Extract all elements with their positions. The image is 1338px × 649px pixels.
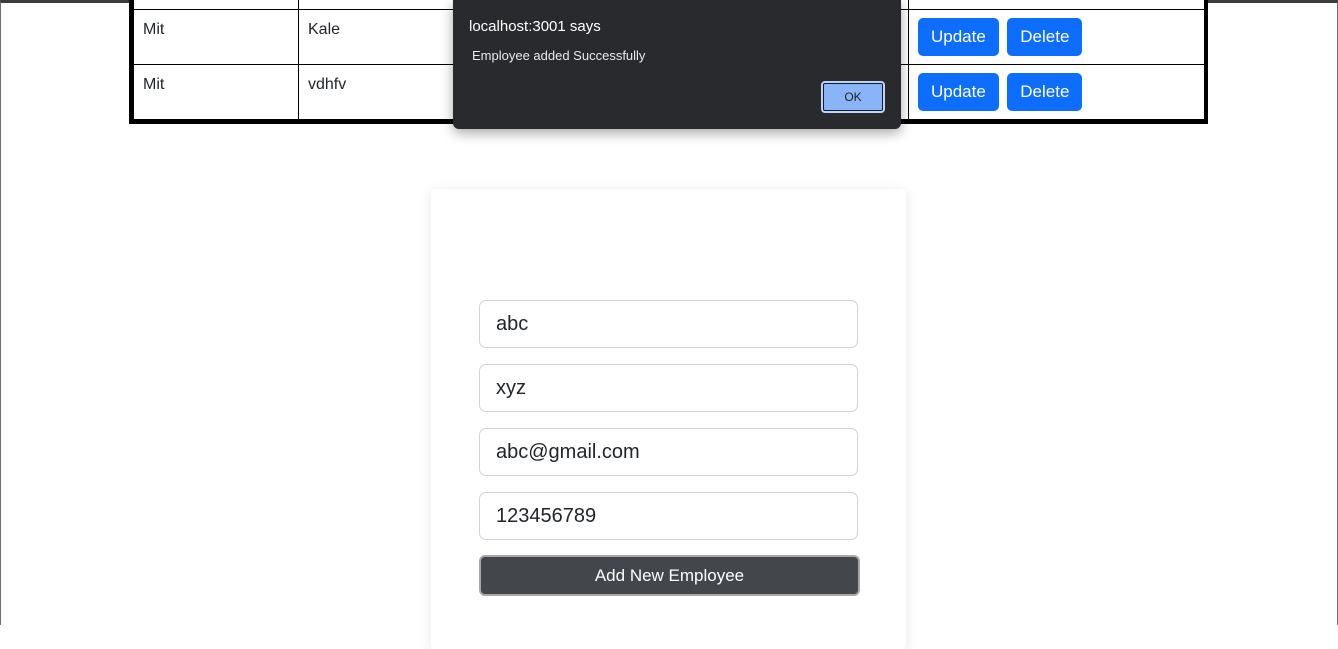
first-name-text: Mit: [143, 76, 165, 93]
last-name-input[interactable]: [479, 364, 858, 412]
first-name-cell: Mit: [133, 9, 299, 65]
email-input[interactable]: [479, 428, 858, 476]
ok-button[interactable]: OK: [821, 81, 885, 113]
alert-title: localhost:3001 says: [469, 18, 601, 35]
first-name-input[interactable]: [479, 300, 858, 348]
last-name-cell: Kale: [298, 9, 454, 65]
actions-cell: Update Delete: [908, 64, 1205, 120]
actions-cell: Update Delete: [908, 9, 1205, 65]
last-name-text: vdhfv: [308, 76, 347, 93]
alert-message: Employee added Successfully: [472, 48, 646, 63]
phone-input[interactable]: [479, 492, 858, 540]
add-employee-card: Add New Employee: [431, 189, 906, 649]
last-name-text: Kale: [308, 21, 341, 38]
delete-button[interactable]: Delete: [1007, 18, 1083, 56]
first-name-text: Mit: [143, 21, 165, 38]
alert-dialog: localhost:3001 says Employee added Succe…: [453, 0, 901, 129]
last-name-cell: vdhfv: [298, 64, 454, 120]
first-name-cell: Mit: [133, 64, 299, 120]
delete-button[interactable]: Delete: [1007, 73, 1083, 111]
update-button[interactable]: Update: [918, 73, 999, 111]
update-button[interactable]: Update: [918, 18, 999, 56]
add-new-employee-button[interactable]: Add New Employee: [479, 555, 860, 596]
